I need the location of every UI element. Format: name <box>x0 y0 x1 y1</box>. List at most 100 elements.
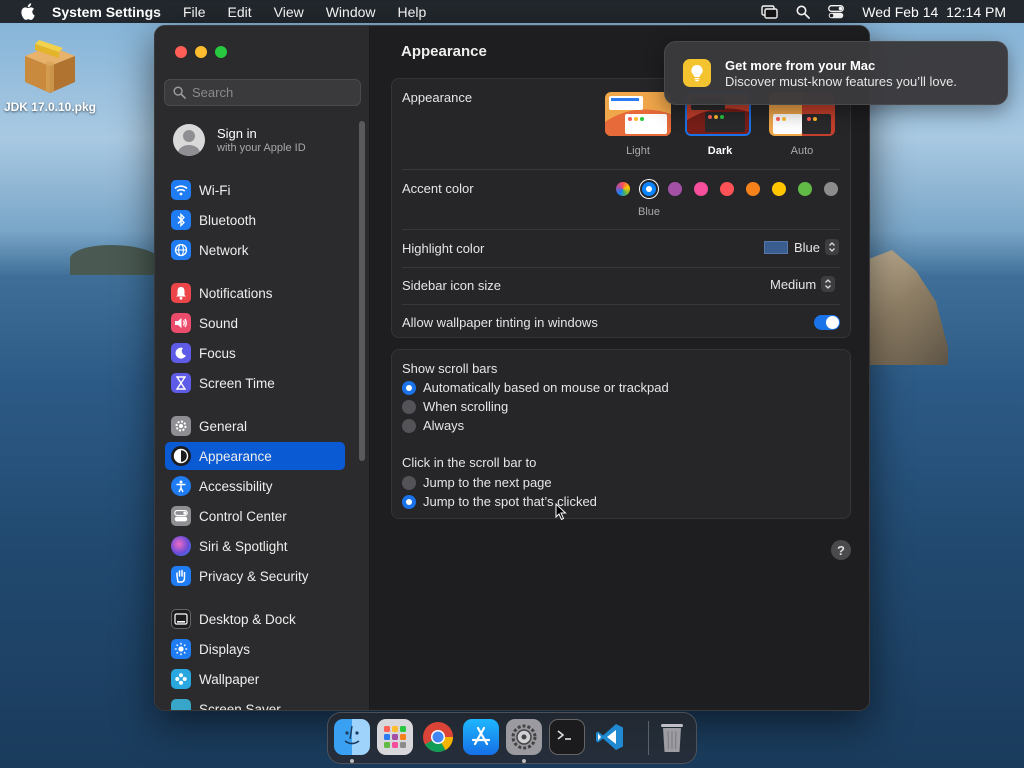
divider <box>402 304 840 305</box>
sidebar-item-wallpaper[interactable]: Wallpaper <box>165 665 345 693</box>
sidebar-item-control-center[interactable]: Control Center <box>165 502 345 530</box>
sun-icon <box>171 639 191 659</box>
dock-icon <box>171 609 191 629</box>
notification-body: Discover must-know features you’ll love. <box>725 73 957 89</box>
menu-file[interactable]: File <box>183 4 206 20</box>
bell-icon <box>171 283 191 303</box>
sidebar-scrollbar[interactable] <box>359 121 365 461</box>
menu-window[interactable]: Window <box>326 4 376 20</box>
accent-purple-swatch[interactable] <box>668 182 682 196</box>
sidebar-item-appearance[interactable]: Appearance <box>165 442 345 470</box>
dock-finder-icon[interactable] <box>334 719 370 755</box>
divider <box>402 169 840 170</box>
sidebar-item-notifications[interactable]: Notifications <box>165 279 345 307</box>
sidebar-item-label: Notifications <box>199 285 273 301</box>
search-input[interactable] <box>192 85 352 100</box>
desktop-file-label: JDK 17.0.10.pkg <box>3 100 97 114</box>
apple-menu-icon[interactable] <box>18 3 36 21</box>
sidebar-search[interactable] <box>164 79 361 106</box>
sidebar-item-wifi[interactable]: Wi-Fi <box>165 176 345 204</box>
sidebar-item-siri[interactable]: Siri & Spotlight <box>165 532 345 560</box>
signin-title: Sign in <box>217 126 257 141</box>
accent-graphite-swatch[interactable] <box>824 182 838 196</box>
dock-launchpad-icon[interactable] <box>377 719 413 755</box>
sidebar-item-sound[interactable]: Sound <box>165 309 345 337</box>
sidebar-item-screen-saver[interactable]: Screen Saver <box>165 695 345 710</box>
screen-mirroring-icon[interactable] <box>761 4 778 19</box>
close-button[interactable] <box>175 46 187 58</box>
speaker-icon <box>171 313 191 333</box>
signin-subtitle: with your Apple ID <box>217 142 306 154</box>
dock-app-store-icon[interactable] <box>463 719 499 755</box>
dock-trash-icon[interactable] <box>654 719 690 755</box>
appearance-auto-label: Auto <box>790 145 814 157</box>
sidebar-item-general[interactable]: General <box>165 412 345 440</box>
sidebar-item-screen-time[interactable]: Screen Time <box>165 369 345 397</box>
minimize-button[interactable] <box>195 46 207 58</box>
spotlight-search-icon[interactable] <box>796 5 811 19</box>
accent-red-swatch[interactable] <box>720 182 734 196</box>
highlight-value: Blue <box>794 239 821 255</box>
apple-id-signin[interactable]: Sign in with your Apple ID <box>173 124 306 156</box>
accent-pink-swatch[interactable] <box>694 182 708 196</box>
sidebar-item-network[interactable]: Network <box>165 236 345 264</box>
running-indicator <box>522 759 526 763</box>
sidebar-item-privacy[interactable]: Privacy & Security <box>165 562 345 590</box>
dock-vscode-icon[interactable] <box>592 719 628 755</box>
menubar-clock[interactable]: Wed Feb 14 12:14 PM <box>862 4 1006 20</box>
control-center-menubar-icon[interactable] <box>828 4 845 19</box>
click-option-spot-clicked[interactable]: Jump to the spot that’s clicked <box>402 494 597 509</box>
scrollbars-option-auto[interactable]: Automatically based on mouse or trackpad <box>402 380 669 395</box>
lightbulb-icon <box>683 59 711 87</box>
radio-label: Automatically based on mouse or trackpad <box>423 380 669 395</box>
mouse-cursor <box>555 502 567 526</box>
sidebar-item-focus[interactable]: Focus <box>165 339 345 367</box>
radio-button[interactable] <box>402 380 416 395</box>
updown-chevron-icon <box>825 239 840 255</box>
icon-size-popup[interactable]: Medium <box>770 276 836 292</box>
sidebar-item-accessibility[interactable]: Accessibility <box>165 472 345 500</box>
desktop-file-jdk[interactable]: JDK 17.0.10.pkg <box>0 36 100 114</box>
menu-app-name[interactable]: System Settings <box>52 4 161 20</box>
appearance-option-light[interactable] <box>605 92 671 136</box>
sidebar-icon-size-label: Sidebar icon size <box>402 278 501 293</box>
appearance-label: Appearance <box>402 90 473 105</box>
scrollbars-option-scrolling[interactable]: When scrolling <box>402 399 508 414</box>
radio-button[interactable] <box>402 475 416 490</box>
menu-view[interactable]: View <box>274 4 304 20</box>
accent-blue-swatch[interactable] <box>642 182 656 196</box>
divider <box>402 229 840 230</box>
zoom-button[interactable] <box>215 46 227 58</box>
radio-button[interactable] <box>402 494 416 509</box>
click-scroll-bar-label: Click in the scroll bar to <box>402 455 537 470</box>
dock-terminal-icon[interactable] <box>549 719 585 755</box>
bluetooth-icon <box>171 210 191 230</box>
notification-banner[interactable]: Get more from your Mac Discover must-kno… <box>664 41 1008 105</box>
accent-multicolor-swatch[interactable] <box>616 182 630 196</box>
sidebar-item-label: Sound <box>199 315 239 331</box>
highlight-color-popup[interactable]: Blue <box>764 239 840 255</box>
running-indicator <box>350 759 354 763</box>
dock-system-settings-icon[interactable] <box>506 719 542 755</box>
dock-chrome-icon[interactable] <box>420 719 456 755</box>
sidebar-item-desktop-dock[interactable]: Desktop & Dock <box>165 605 345 633</box>
wallpaper-cliff <box>868 250 948 365</box>
menu-help[interactable]: Help <box>398 4 427 20</box>
sidebar-item-bluetooth[interactable]: Bluetooth <box>165 206 345 234</box>
radio-button[interactable] <box>402 418 416 433</box>
siri-icon <box>171 536 191 556</box>
scrollbars-option-always[interactable]: Always <box>402 418 464 433</box>
radio-button[interactable] <box>402 399 416 414</box>
sidebar-item-displays[interactable]: Displays <box>165 635 345 663</box>
accent-green-swatch[interactable] <box>798 182 812 196</box>
click-option-next-page[interactable]: Jump to the next page <box>402 475 552 490</box>
wallpaper-tinting-toggle[interactable] <box>814 315 840 330</box>
menu-edit[interactable]: Edit <box>228 4 252 20</box>
control-center-icon <box>171 506 191 526</box>
accent-orange-swatch[interactable] <box>746 182 760 196</box>
highlight-color-label: Highlight color <box>402 241 485 256</box>
accent-yellow-swatch[interactable] <box>772 182 786 196</box>
menu-bar: System Settings File Edit View Window He… <box>0 0 1024 23</box>
gear-icon <box>171 416 191 436</box>
help-button[interactable]: ? <box>831 540 851 560</box>
